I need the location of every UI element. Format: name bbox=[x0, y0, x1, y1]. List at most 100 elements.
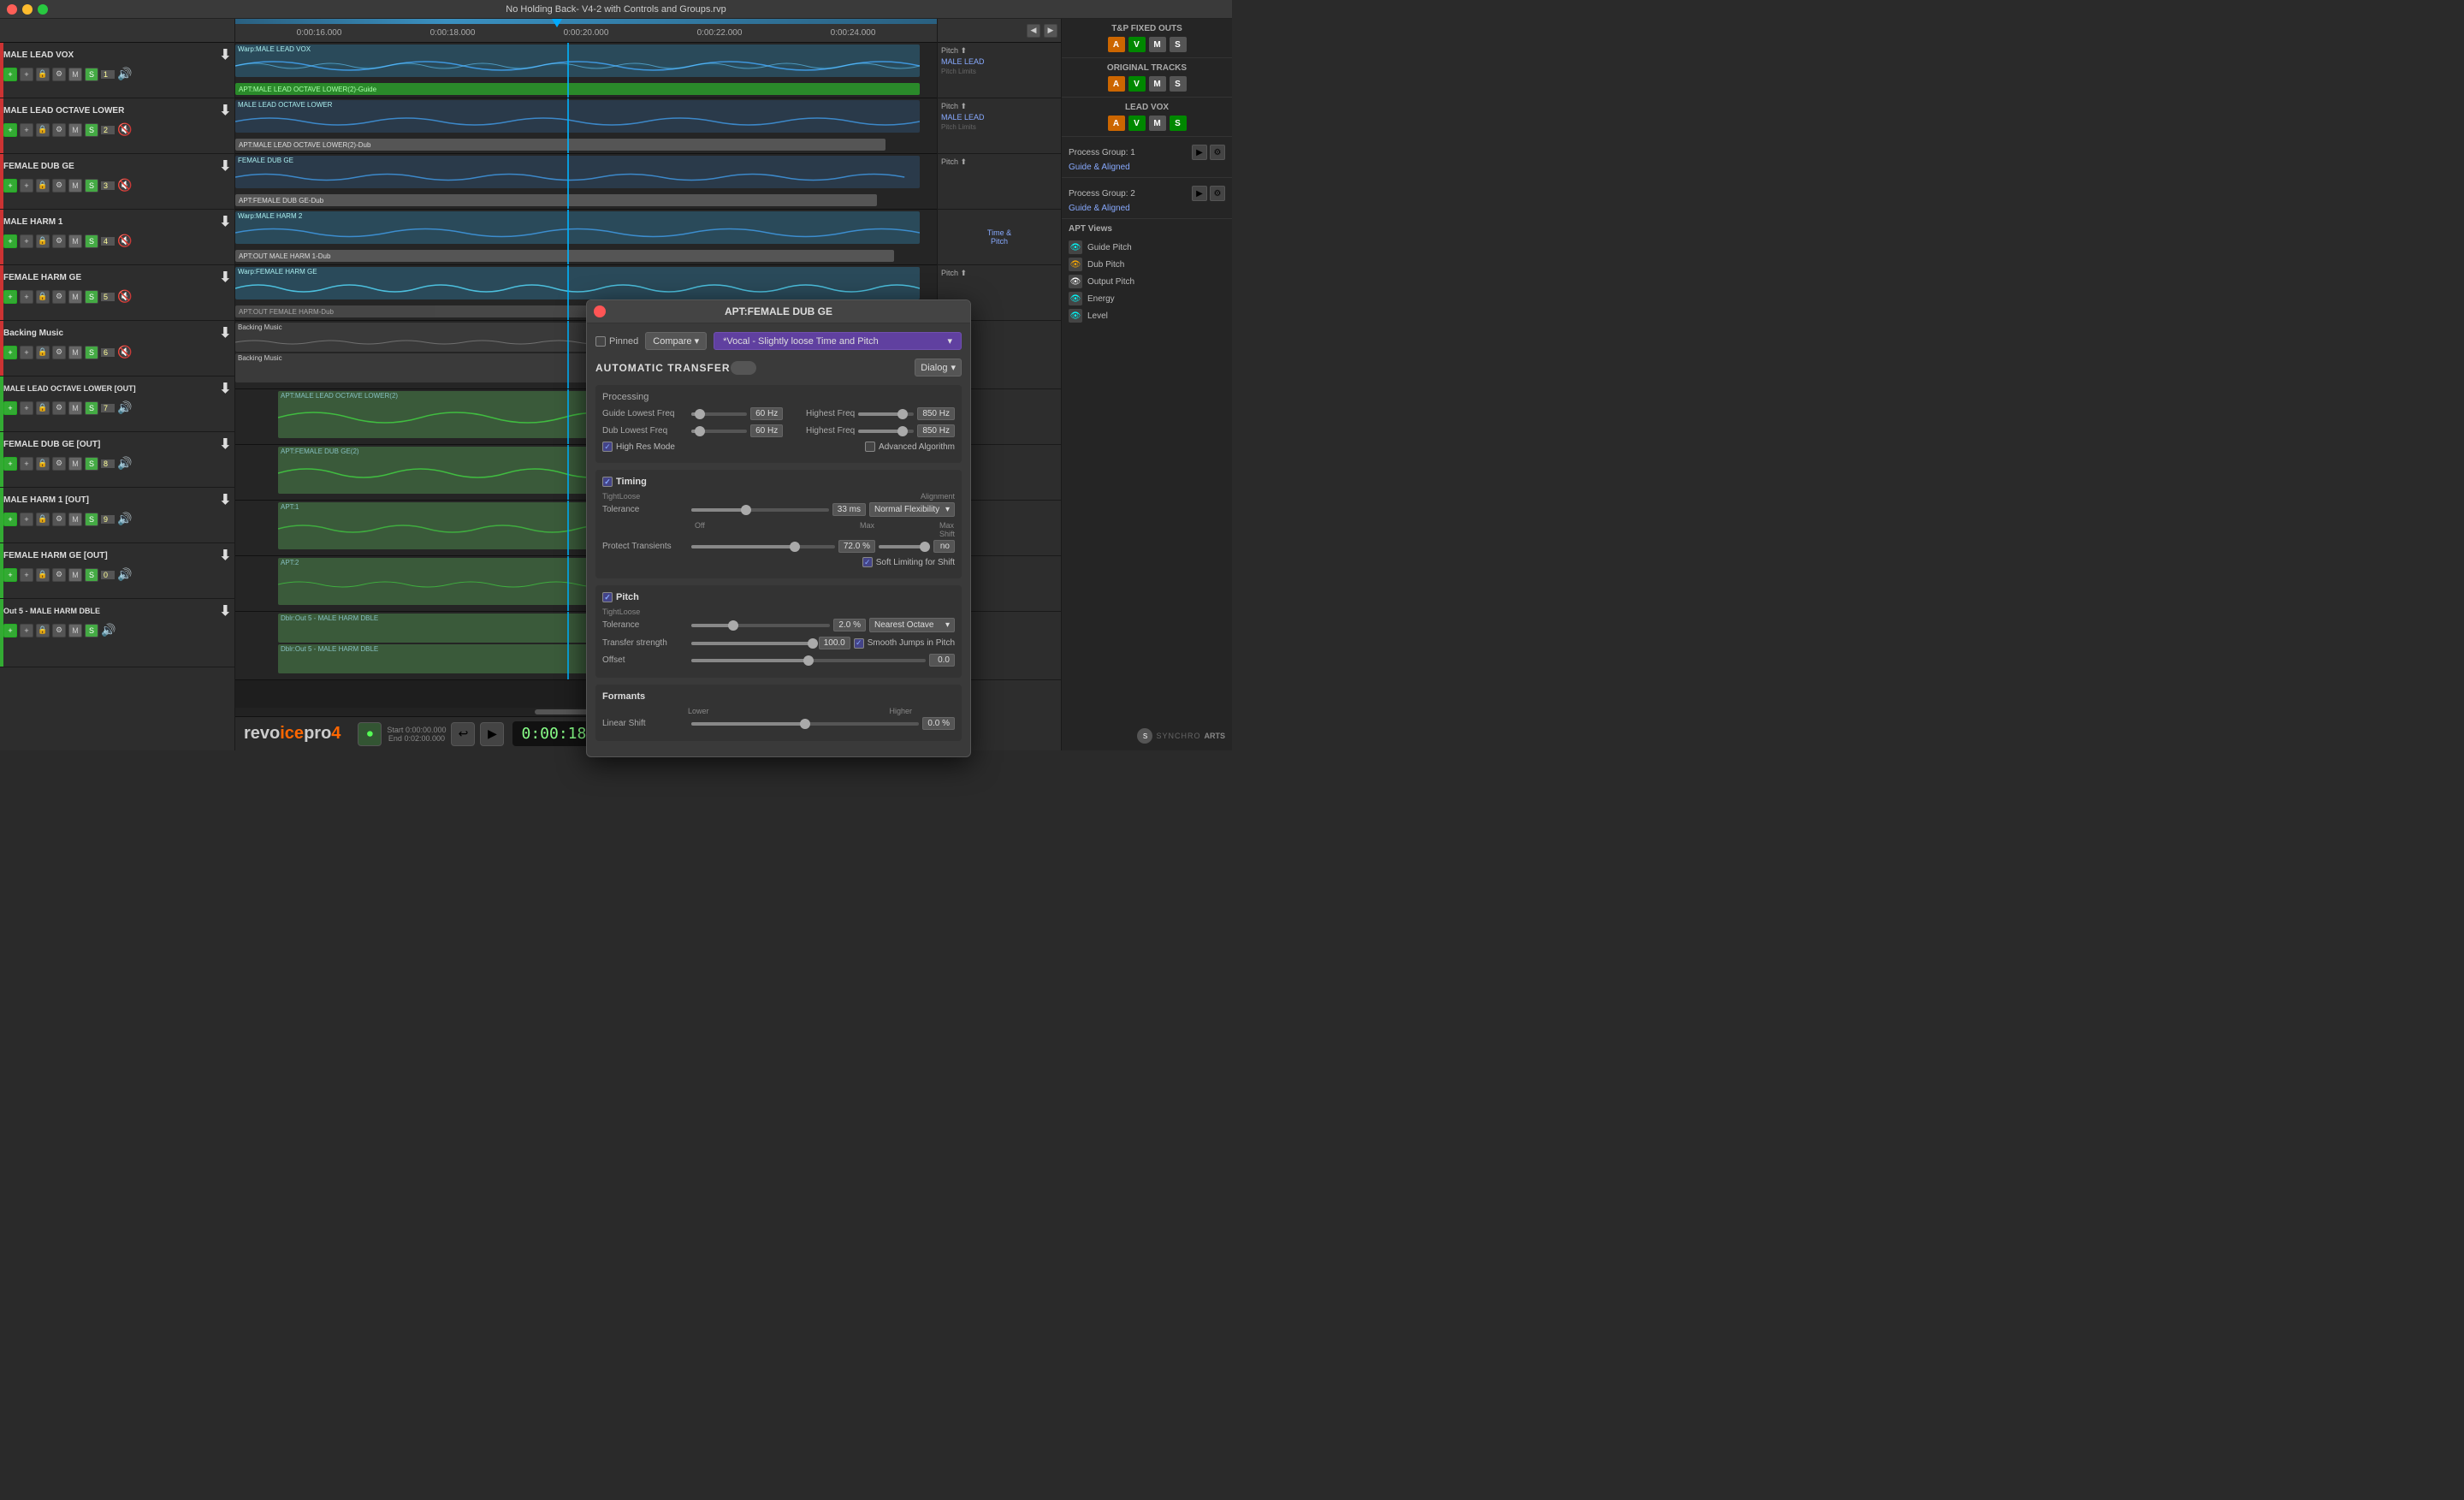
add-button[interactable]: + bbox=[3, 123, 17, 137]
m-button[interactable]: M bbox=[1149, 37, 1166, 52]
maximize-button[interactable] bbox=[38, 4, 48, 15]
add2-button[interactable]: + bbox=[20, 290, 33, 304]
track-collapse-icon[interactable]: ⬇ bbox=[220, 491, 231, 508]
pitch-tolerance-slider[interactable] bbox=[691, 624, 830, 627]
smooth-jumps-checkbox[interactable] bbox=[854, 638, 864, 649]
mute-icon[interactable]: 🔇 bbox=[117, 345, 132, 359]
lock-button[interactable]: 🔒 bbox=[36, 401, 50, 415]
mute-button[interactable]: M bbox=[68, 290, 82, 304]
dub-lowest-slider[interactable] bbox=[691, 430, 747, 433]
solo-button[interactable]: S bbox=[85, 123, 98, 137]
solo-button[interactable]: S bbox=[85, 179, 98, 193]
settings-button[interactable]: ⚙ bbox=[52, 234, 66, 248]
add-button[interactable]: + bbox=[3, 457, 17, 471]
nav-right-button[interactable]: ▶ bbox=[1044, 24, 1057, 38]
mute-icon[interactable]: 🔇 bbox=[117, 289, 132, 304]
mute-button[interactable]: M bbox=[68, 624, 82, 637]
dialog-close-button[interactable] bbox=[594, 305, 606, 317]
eye-icon[interactable]: 👁 bbox=[1069, 258, 1082, 271]
mute-icon[interactable]: 🔇 bbox=[117, 178, 132, 193]
s-button[interactable]: S bbox=[1170, 76, 1187, 92]
add-button[interactable]: + bbox=[3, 513, 17, 526]
add-button[interactable]: + bbox=[3, 179, 17, 193]
auto-transfer-toggle[interactable] bbox=[731, 361, 756, 375]
lock-button[interactable]: 🔒 bbox=[36, 346, 50, 359]
mute-button[interactable]: M bbox=[68, 346, 82, 359]
track-collapse-icon[interactable]: ⬇ bbox=[220, 102, 231, 119]
add2-button[interactable]: + bbox=[20, 346, 33, 359]
v-button[interactable]: V bbox=[1128, 37, 1146, 52]
pinned-checkbox[interactable] bbox=[595, 336, 606, 347]
settings-button[interactable]: ⚙ bbox=[52, 624, 66, 637]
eye-icon[interactable]: 👁 bbox=[1069, 309, 1082, 323]
solo-button[interactable]: S bbox=[85, 513, 98, 526]
add-button[interactable]: + bbox=[3, 234, 17, 248]
dialog-select-button[interactable]: Dialog ▾ bbox=[915, 359, 962, 376]
a-button[interactable]: A bbox=[1108, 37, 1125, 52]
eye-icon[interactable]: 👁 bbox=[1069, 292, 1082, 305]
track-collapse-icon[interactable]: ⬇ bbox=[220, 213, 231, 230]
solo-button[interactable]: S bbox=[85, 457, 98, 471]
advanced-checkbox[interactable] bbox=[865, 442, 875, 452]
close-button[interactable] bbox=[7, 4, 17, 15]
solo-button[interactable]: S bbox=[85, 568, 98, 582]
eye-icon[interactable]: 👁 bbox=[1069, 240, 1082, 254]
linear-shift-slider[interactable] bbox=[691, 722, 919, 726]
mute-button[interactable]: M bbox=[68, 234, 82, 248]
timing-checkbox[interactable] bbox=[602, 477, 613, 487]
mute-button[interactable]: M bbox=[68, 68, 82, 81]
settings-button[interactable]: ⚙ bbox=[52, 457, 66, 471]
protect-slider[interactable] bbox=[691, 545, 835, 548]
add2-button[interactable]: + bbox=[20, 401, 33, 415]
add2-button[interactable]: + bbox=[20, 179, 33, 193]
solo-button[interactable]: S bbox=[85, 68, 98, 81]
add2-button[interactable]: + bbox=[20, 234, 33, 248]
guide-highest-slider[interactable] bbox=[858, 412, 914, 416]
lock-button[interactable]: 🔒 bbox=[36, 457, 50, 471]
lock-button[interactable]: 🔒 bbox=[36, 234, 50, 248]
m-button[interactable]: M bbox=[1149, 76, 1166, 92]
lock-button[interactable]: 🔒 bbox=[36, 624, 50, 637]
lock-button[interactable]: 🔒 bbox=[36, 290, 50, 304]
high-res-checkbox[interactable] bbox=[602, 442, 613, 452]
lock-button[interactable]: 🔒 bbox=[36, 68, 50, 81]
add2-button[interactable]: + bbox=[20, 568, 33, 582]
volume-icon[interactable]: 🔊 bbox=[101, 623, 116, 637]
mute-button[interactable]: M bbox=[68, 457, 82, 471]
soft-limiting-checkbox[interactable] bbox=[862, 557, 873, 567]
track-collapse-icon[interactable]: ⬇ bbox=[220, 324, 231, 341]
max-shift-slider[interactable] bbox=[879, 545, 930, 548]
track-collapse-icon[interactable]: ⬇ bbox=[220, 436, 231, 453]
tolerance-slider[interactable] bbox=[691, 508, 829, 512]
add2-button[interactable]: + bbox=[20, 457, 33, 471]
v-button[interactable]: V bbox=[1128, 116, 1146, 131]
s-button[interactable]: S bbox=[1170, 116, 1187, 131]
solo-button[interactable]: S bbox=[85, 624, 98, 637]
a-button[interactable]: A bbox=[1108, 76, 1125, 92]
track-collapse-icon[interactable]: ⬇ bbox=[220, 602, 231, 620]
a-button[interactable]: A bbox=[1108, 116, 1125, 131]
add-button[interactable]: + bbox=[3, 346, 17, 359]
nearest-octave-dropdown[interactable]: Nearest Octave ▾ bbox=[869, 618, 955, 632]
mute-button[interactable]: M bbox=[68, 568, 82, 582]
add2-button[interactable]: + bbox=[20, 513, 33, 526]
minimize-button[interactable] bbox=[22, 4, 33, 15]
play-button[interactable]: ▶ bbox=[480, 722, 504, 746]
volume-icon[interactable]: 🔊 bbox=[117, 400, 132, 415]
waveform-row[interactable]: MALE LEAD OCTAVE LOWER APT:MALE LEAD OCT… bbox=[235, 98, 937, 154]
add-button[interactable]: + bbox=[3, 568, 17, 582]
rewind-button[interactable]: ↩ bbox=[451, 722, 475, 746]
mute-icon[interactable]: 🔇 bbox=[117, 234, 132, 248]
waveform-row[interactable]: Warp:MALE HARM 2 APT:OUT MALE HARM 1-Dub bbox=[235, 210, 937, 265]
add-button[interactable]: + bbox=[3, 624, 17, 637]
volume-icon[interactable]: 🔊 bbox=[117, 512, 132, 526]
guide-lowest-slider[interactable] bbox=[691, 412, 747, 416]
offset-slider[interactable] bbox=[691, 659, 926, 662]
settings-button[interactable]: ⚙ bbox=[52, 68, 66, 81]
add2-button[interactable]: + bbox=[20, 68, 33, 81]
add-button[interactable]: + bbox=[3, 68, 17, 81]
settings-button[interactable]: ⚙ bbox=[52, 290, 66, 304]
play-group-button[interactable]: ▶ bbox=[1192, 145, 1207, 160]
lock-button[interactable]: 🔒 bbox=[36, 513, 50, 526]
solo-button[interactable]: S bbox=[85, 234, 98, 248]
